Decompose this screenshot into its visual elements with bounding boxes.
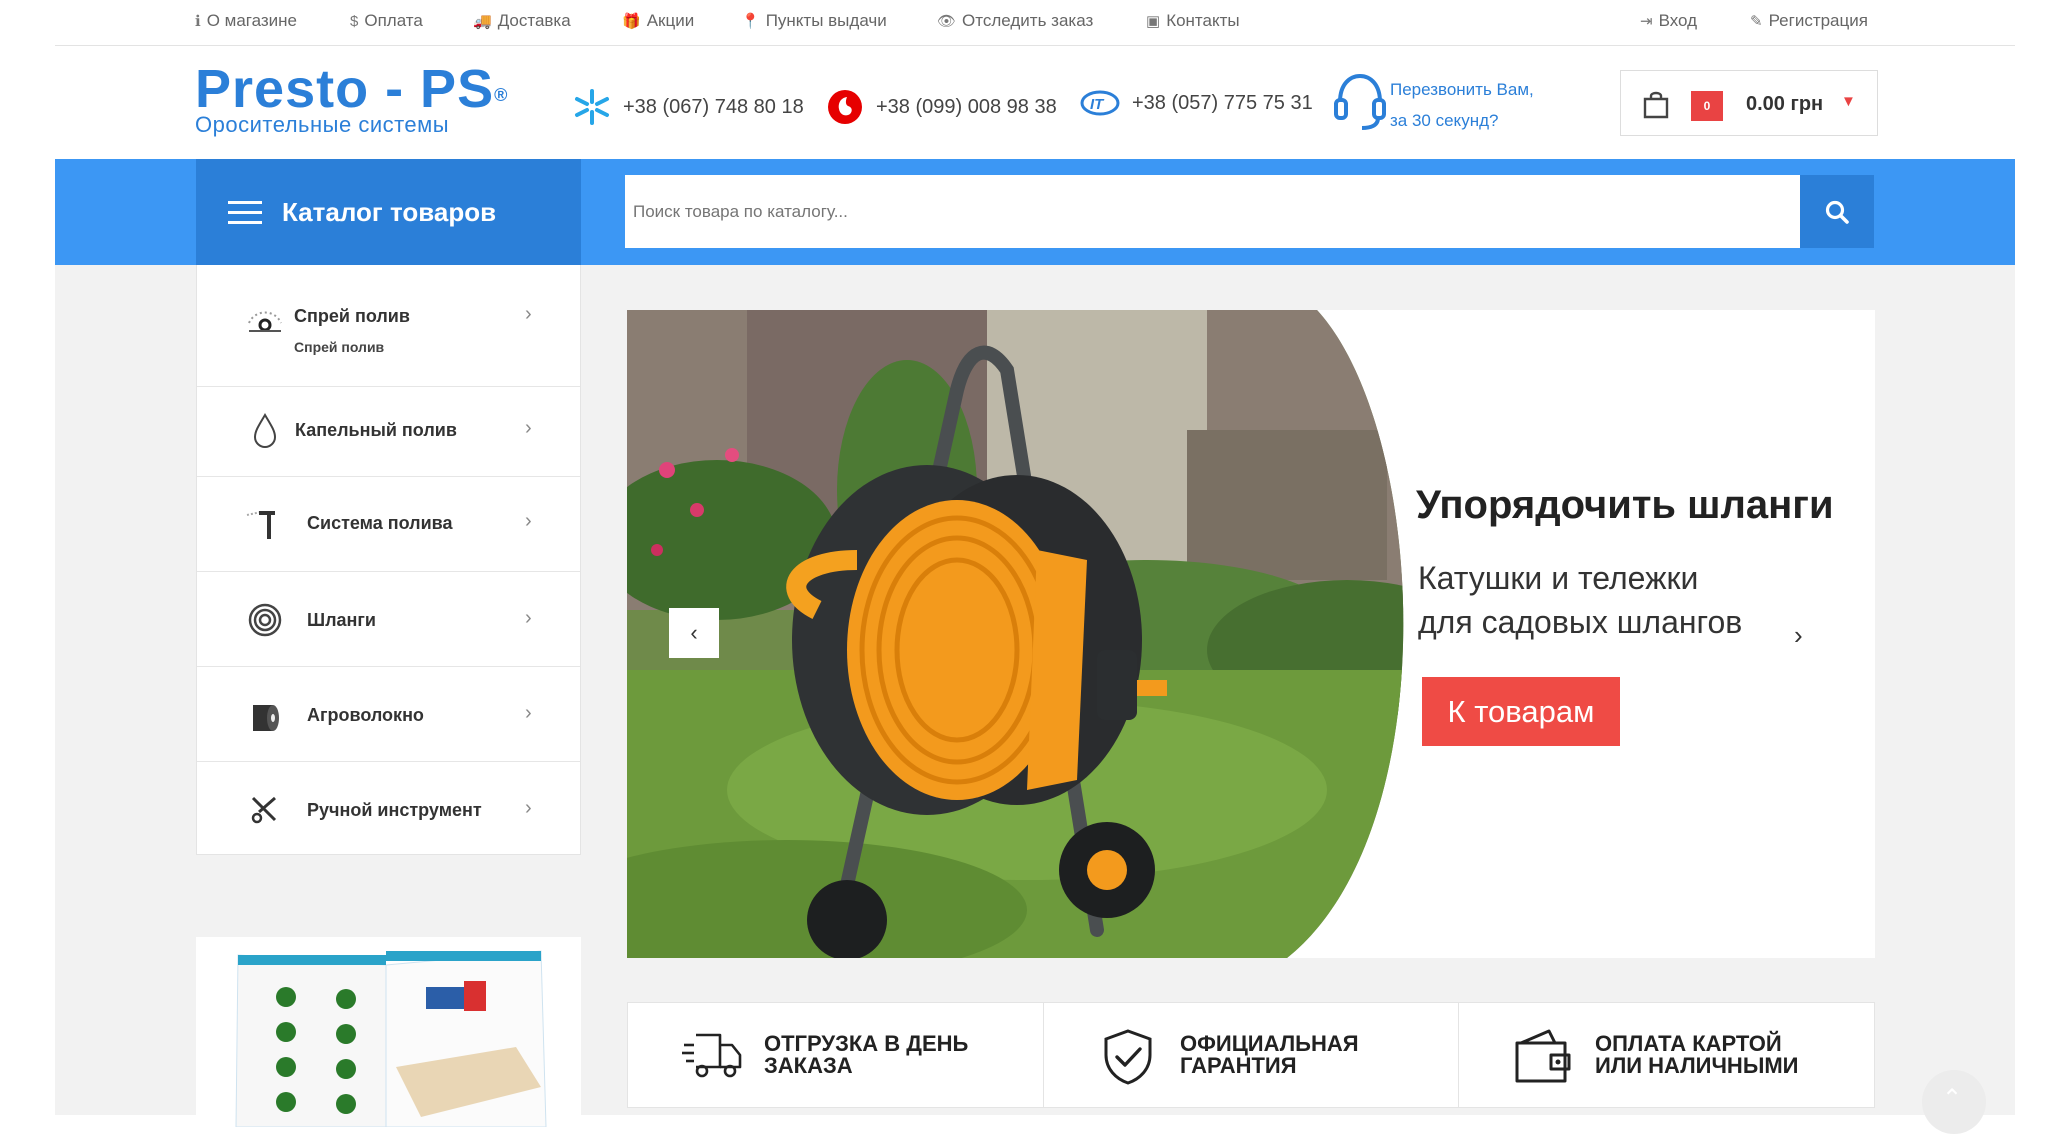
intertelecom-icon: IT xyxy=(1080,90,1120,116)
eye-icon: 👁 xyxy=(937,13,957,30)
chevron-right-icon: › xyxy=(1794,620,1803,650)
chevron-right-icon: › xyxy=(525,797,532,819)
info-icon: ℹ xyxy=(195,13,201,30)
phone-kyivstar[interactable]: +38 (067) 748 80 18 xyxy=(573,88,804,126)
brochure-image xyxy=(235,950,547,1128)
dollar-icon: $ xyxy=(350,12,359,30)
hamburger-icon xyxy=(228,200,262,224)
chevron-left-icon: ‹ xyxy=(690,620,698,645)
nav-contacts[interactable]: ▣ Контакты xyxy=(1146,11,1240,31)
feature-payment-options: ОПЛАТА КАРТОЙ ИЛИ НАЛИЧНЫМИ xyxy=(1458,1003,1873,1107)
cart-count-badge: 0 xyxy=(1691,91,1723,121)
tool-icon xyxy=(251,796,277,824)
search-icon xyxy=(1825,200,1849,224)
feature-same-day-shipping: ОТГРУЗКА В ДЕНЬ ЗАКАЗА xyxy=(628,1003,1042,1107)
sprinkler-icon xyxy=(246,511,275,539)
wallet-icon xyxy=(1515,1029,1571,1083)
chevron-down-icon: ▼ xyxy=(1841,93,1856,110)
delivery-truck-icon xyxy=(682,1033,742,1078)
chevron-right-icon: › xyxy=(525,702,532,724)
callback-link[interactable]: Перезвонить Вам, за 30 секунд? xyxy=(1390,74,1534,136)
nav-pickup[interactable]: 📍 Пункты выдачи xyxy=(741,11,887,31)
sidebar-item-irrigation[interactable]: Система полива › xyxy=(197,477,580,572)
truck-icon: 🚚 xyxy=(473,13,492,30)
sidebar-item-hoses[interactable]: Шланги › xyxy=(197,572,580,667)
logo-text: Presto - PS xyxy=(195,59,495,119)
nav-about[interactable]: ℹО магазине xyxy=(195,11,297,31)
sidebar-item-drip[interactable]: Капельный полив › xyxy=(197,387,580,477)
slide-title: Упорядочить шланги xyxy=(1416,483,1834,527)
chevron-right-icon: › xyxy=(525,510,532,532)
chevron-right-icon: › xyxy=(525,303,532,325)
chevron-right-icon: › xyxy=(525,607,532,629)
slider-next-button[interactable]: › xyxy=(1794,620,1803,651)
map-marker-icon: 📍 xyxy=(741,13,760,30)
login-link[interactable]: ⇥ Вход xyxy=(1640,11,1697,31)
logo-registered: ® xyxy=(494,85,509,105)
vodafone-icon xyxy=(828,90,862,124)
top-bar: ℹО магазине $ Оплата 🚚 Доставка 🎁 Акции 📍 Пу… xyxy=(0,0,2070,46)
cart-total: 0.00 грн xyxy=(1746,93,1824,115)
top-divider xyxy=(55,45,2015,46)
shopping-bag-icon xyxy=(1643,91,1669,119)
chevron-right-icon: › xyxy=(525,417,532,439)
contact-card-icon: ▣ xyxy=(1146,13,1161,30)
slider-prev-button[interactable]: ‹ xyxy=(669,608,719,658)
features-strip: ОТГРУЗКА В ДЕНЬ ЗАКАЗА ОФИЦИАЛЬНАЯ ГАРАН… xyxy=(627,1002,1875,1108)
scroll-to-top-button[interactable]: ⌃ xyxy=(1922,1070,1986,1134)
cart-widget[interactable]: 0 0.00 грн ▼ xyxy=(1620,70,1878,136)
roll-icon xyxy=(253,705,279,731)
spray-icon xyxy=(248,311,282,332)
svg-text:IT: IT xyxy=(1090,96,1105,113)
hose-icon xyxy=(248,603,282,637)
nav-promo[interactable]: 🎁 Акции xyxy=(622,11,694,31)
gift-icon: 🎁 xyxy=(622,13,641,30)
edit-icon: ✎ xyxy=(1750,13,1763,30)
catalog-button[interactable]: Каталог товаров xyxy=(196,159,581,265)
site-logo[interactable]: Presto - PS® Оросительные системы xyxy=(195,62,508,138)
search-box xyxy=(625,175,1810,248)
register-link[interactable]: ✎ Регистрация xyxy=(1750,11,1868,31)
shield-check-icon xyxy=(1104,1029,1152,1085)
category-sidebar: Спрей полив Спрей полив › Капельный поли… xyxy=(196,265,581,855)
kyivstar-icon xyxy=(575,89,609,125)
phone-vodafone[interactable]: +38 (099) 008 98 38 xyxy=(826,88,1057,126)
chevron-up-icon: ⌃ xyxy=(1942,1085,1963,1112)
sidebar-item-spray[interactable]: Спрей полив Спрей полив › xyxy=(197,265,580,387)
nav-track[interactable]: 👁 Отследить заказ xyxy=(937,11,1093,31)
search-input[interactable] xyxy=(625,175,1793,248)
headset-icon xyxy=(1334,73,1386,130)
nav-delivery[interactable]: 🚚 Доставка xyxy=(473,11,571,31)
to-products-button[interactable]: К товарам xyxy=(1422,677,1620,746)
feature-official-warranty: ОФИЦИАЛЬНАЯ ГАРАНТИЯ xyxy=(1043,1003,1458,1107)
slide-subtitle: Катушки и тележки для садовых шлангов xyxy=(1418,560,1743,640)
sidebar-item-hand-tools[interactable]: Ручной инструмент › xyxy=(197,762,580,855)
sidebar-item-agrofibre[interactable]: Агроволокно › xyxy=(197,667,580,762)
phone-intertelecom[interactable]: IT +38 (057) 775 75 31 xyxy=(1080,88,1313,118)
login-icon: ⇥ xyxy=(1640,13,1653,30)
catalog-brochure-banner[interactable] xyxy=(196,937,581,1128)
search-button[interactable] xyxy=(1800,175,1874,248)
drop-icon xyxy=(253,413,277,449)
nav-payment[interactable]: $ Оплата xyxy=(350,11,423,31)
